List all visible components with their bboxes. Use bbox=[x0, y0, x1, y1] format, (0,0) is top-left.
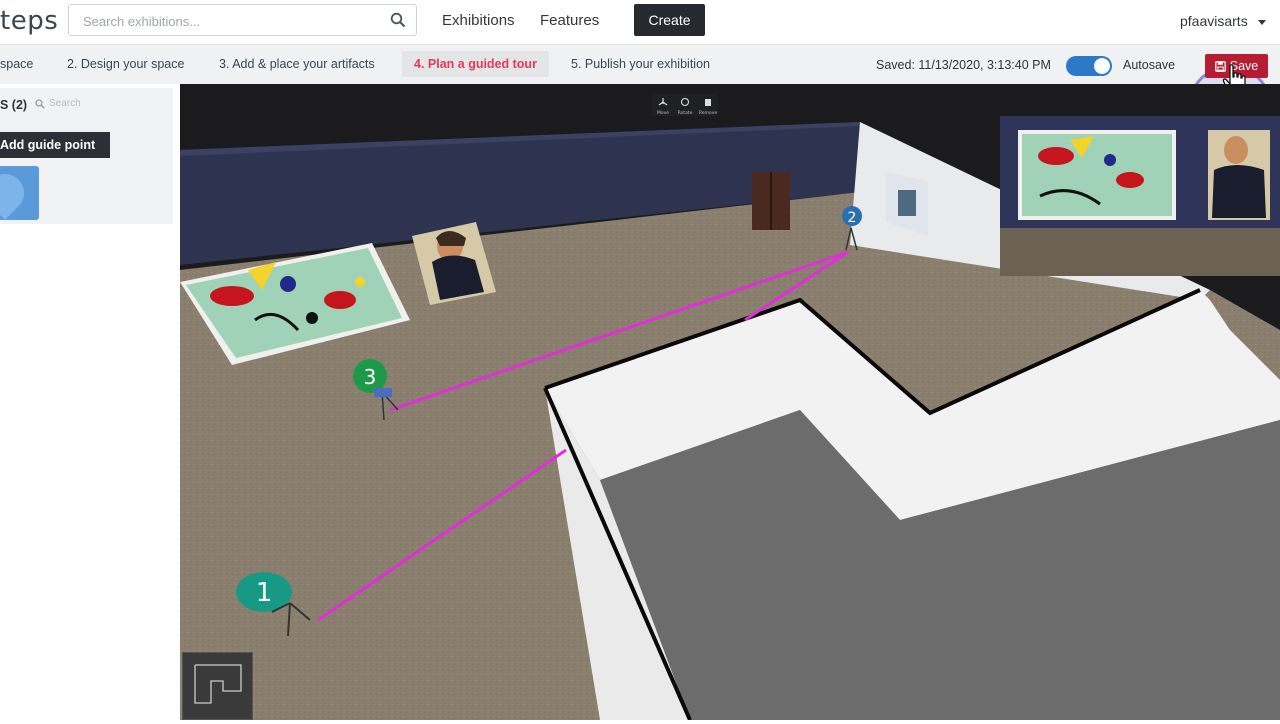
step-2[interactable]: 2. Design your space bbox=[67, 57, 184, 71]
create-button[interactable]: Create bbox=[634, 4, 705, 36]
nav-exhibitions[interactable]: Exhibitions bbox=[442, 12, 515, 29]
panel-search[interactable]: Search bbox=[35, 98, 81, 109]
object-toolbar: Move Rotate Remove bbox=[652, 94, 718, 116]
panel-header: S (2) Search Add guide point bbox=[0, 88, 173, 224]
svg-text:2: 2 bbox=[848, 210, 857, 226]
nav-features[interactable]: Features bbox=[540, 12, 599, 29]
location-pin-icon bbox=[0, 166, 32, 220]
autosave-label: Autosave bbox=[1123, 58, 1176, 72]
svg-text:Rotate: Rotate bbox=[678, 110, 693, 116]
guide-point-thumbnail[interactable] bbox=[0, 166, 39, 220]
svg-text:3: 3 bbox=[364, 365, 377, 389]
trash-icon bbox=[705, 99, 711, 106]
search-input[interactable] bbox=[81, 11, 375, 31]
rotate-icon bbox=[680, 97, 690, 107]
top-navbar: teps Exhibitions Features Create pfaavis… bbox=[0, 0, 1280, 44]
guide-points-panel: S (2) Search Add guide point bbox=[0, 84, 180, 720]
svg-text:Move: Move bbox=[657, 110, 669, 116]
move-icon bbox=[658, 98, 668, 106]
wizard-steps-bar: space 2. Design your space 3. Add & plac… bbox=[0, 44, 1280, 149]
panel-search-placeholder: Search bbox=[49, 98, 81, 109]
username: pfaavisarts bbox=[1180, 13, 1248, 29]
toggle-knob bbox=[1094, 58, 1110, 74]
brand-logo[interactable]: teps bbox=[0, 6, 58, 36]
step-4-active[interactable]: 4. Plan a guided tour bbox=[402, 51, 549, 77]
chevron-down-icon bbox=[1257, 19, 1266, 25]
rotate-tool[interactable]: Rotate bbox=[678, 97, 693, 117]
floor-minimap[interactable] bbox=[182, 652, 253, 720]
svg-text:Remove: Remove bbox=[699, 110, 717, 116]
saved-status: Saved: 11/13/2020, 3:13:40 PM bbox=[876, 58, 1051, 72]
step-1[interactable]: space bbox=[0, 57, 33, 71]
move-tool[interactable]: Move bbox=[657, 98, 669, 116]
guide-points-count: S (2) bbox=[0, 98, 28, 112]
svg-text:1: 1 bbox=[256, 578, 273, 608]
3d-viewport[interactable]: 1 2 3 bbox=[180, 84, 1280, 720]
exhibition-search[interactable] bbox=[68, 4, 417, 36]
add-guide-point-button[interactable]: Add guide point bbox=[0, 132, 110, 158]
autosave-toggle[interactable] bbox=[1066, 56, 1112, 76]
user-menu[interactable]: pfaavisarts bbox=[1180, 13, 1266, 29]
step-3[interactable]: 3. Add & place your artifacts bbox=[219, 57, 375, 71]
minimap-floorplan-icon bbox=[194, 664, 242, 704]
remove-tool[interactable]: Remove bbox=[699, 99, 717, 116]
step-5[interactable]: 5. Publish your exhibition bbox=[571, 57, 710, 71]
search-icon[interactable] bbox=[390, 12, 406, 28]
gallery-scene[interactable]: 1 2 3 bbox=[180, 84, 1280, 720]
search-icon bbox=[35, 98, 45, 109]
